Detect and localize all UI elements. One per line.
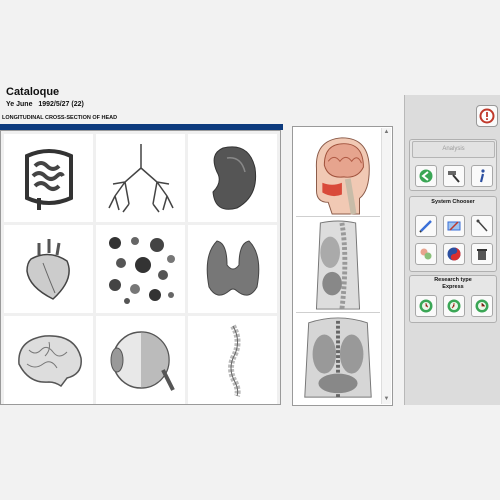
express-button-2[interactable]	[443, 295, 465, 317]
trash-button[interactable]	[471, 243, 493, 265]
organ-grid	[0, 130, 281, 405]
stop-button[interactable]	[476, 105, 498, 127]
organs-button[interactable]	[415, 243, 437, 265]
pen-icon	[419, 220, 432, 233]
scroll-down-icon[interactable]: ▼	[382, 395, 391, 404]
scroll-up-icon[interactable]: ▲	[382, 128, 391, 137]
grid-item-lungs[interactable]	[96, 134, 185, 222]
chest-section-icon	[304, 317, 372, 398]
section-strip: ▲ ▼	[292, 126, 393, 406]
clock-icon	[447, 299, 461, 313]
cells-icon	[108, 237, 175, 304]
strip-item-chest[interactable]	[296, 314, 380, 402]
research-type-label: Research type	[434, 277, 472, 283]
grid-item-thyroid[interactable]	[188, 225, 277, 313]
back-button[interactable]	[415, 165, 437, 187]
express-button-3[interactable]	[471, 295, 493, 317]
grid-item-intestines[interactable]	[4, 134, 93, 222]
scan-button[interactable]	[443, 215, 465, 237]
control-panel: Analysis System Chooser Research type Ex…	[404, 95, 500, 405]
strip-item-head[interactable]	[296, 129, 380, 217]
probe-icon	[476, 219, 488, 232]
spine-icon	[227, 324, 241, 397]
bronchial-tree-icon	[107, 144, 174, 213]
probe-button[interactable]	[471, 215, 493, 237]
hammer-icon	[448, 171, 460, 183]
patient-name: Ye June	[6, 101, 33, 108]
eyeball-icon	[110, 331, 175, 391]
grid-item-cells[interactable]	[96, 225, 185, 313]
express-button-1[interactable]	[415, 295, 437, 317]
torso-section-icon	[315, 219, 361, 310]
patient-dob: 1992/5/27	[38, 101, 70, 108]
heart-icon	[25, 239, 70, 300]
organs-icon	[420, 248, 432, 260]
system-chooser-label: System Chooser	[431, 199, 475, 205]
section-title: LONGITUDINAL CROSS-SECTION OF HEAD	[2, 115, 118, 121]
info-icon	[479, 169, 485, 183]
patient-age: (22)	[71, 101, 84, 108]
scan-icon	[447, 221, 461, 231]
research-express-label: Express	[442, 284, 464, 290]
stop-icon	[479, 108, 495, 124]
pen-button[interactable]	[415, 215, 437, 237]
strip-item-torso[interactable]	[296, 218, 380, 313]
grid-item-spine[interactable]	[188, 316, 277, 404]
intestines-icon	[24, 149, 73, 210]
analysis-button[interactable]: Analysis	[412, 141, 495, 158]
grid-item-heart[interactable]	[4, 225, 93, 313]
brain-icon	[17, 335, 82, 388]
info-button[interactable]	[471, 165, 493, 187]
head-section-icon	[315, 136, 370, 215]
thyroid-icon	[206, 240, 259, 296]
catalogue-title: Cataloque	[6, 86, 60, 98]
grid-item-kidney[interactable]	[188, 134, 277, 222]
clock-icon	[419, 299, 433, 313]
kidney-icon	[211, 146, 256, 210]
yin-yang-icon	[447, 247, 461, 261]
back-arrow-icon	[419, 169, 433, 183]
tools-button[interactable]	[443, 165, 465, 187]
clock-icon	[475, 299, 489, 313]
grid-item-eye[interactable]	[96, 316, 185, 404]
grid-item-brain[interactable]	[4, 316, 93, 404]
yinyang-button[interactable]	[443, 243, 465, 265]
trash-icon	[477, 249, 487, 260]
strip-scrollbar[interactable]: ▲ ▼	[381, 128, 391, 404]
patient-info: Ye June 1992/5/27 (22)	[6, 101, 84, 108]
